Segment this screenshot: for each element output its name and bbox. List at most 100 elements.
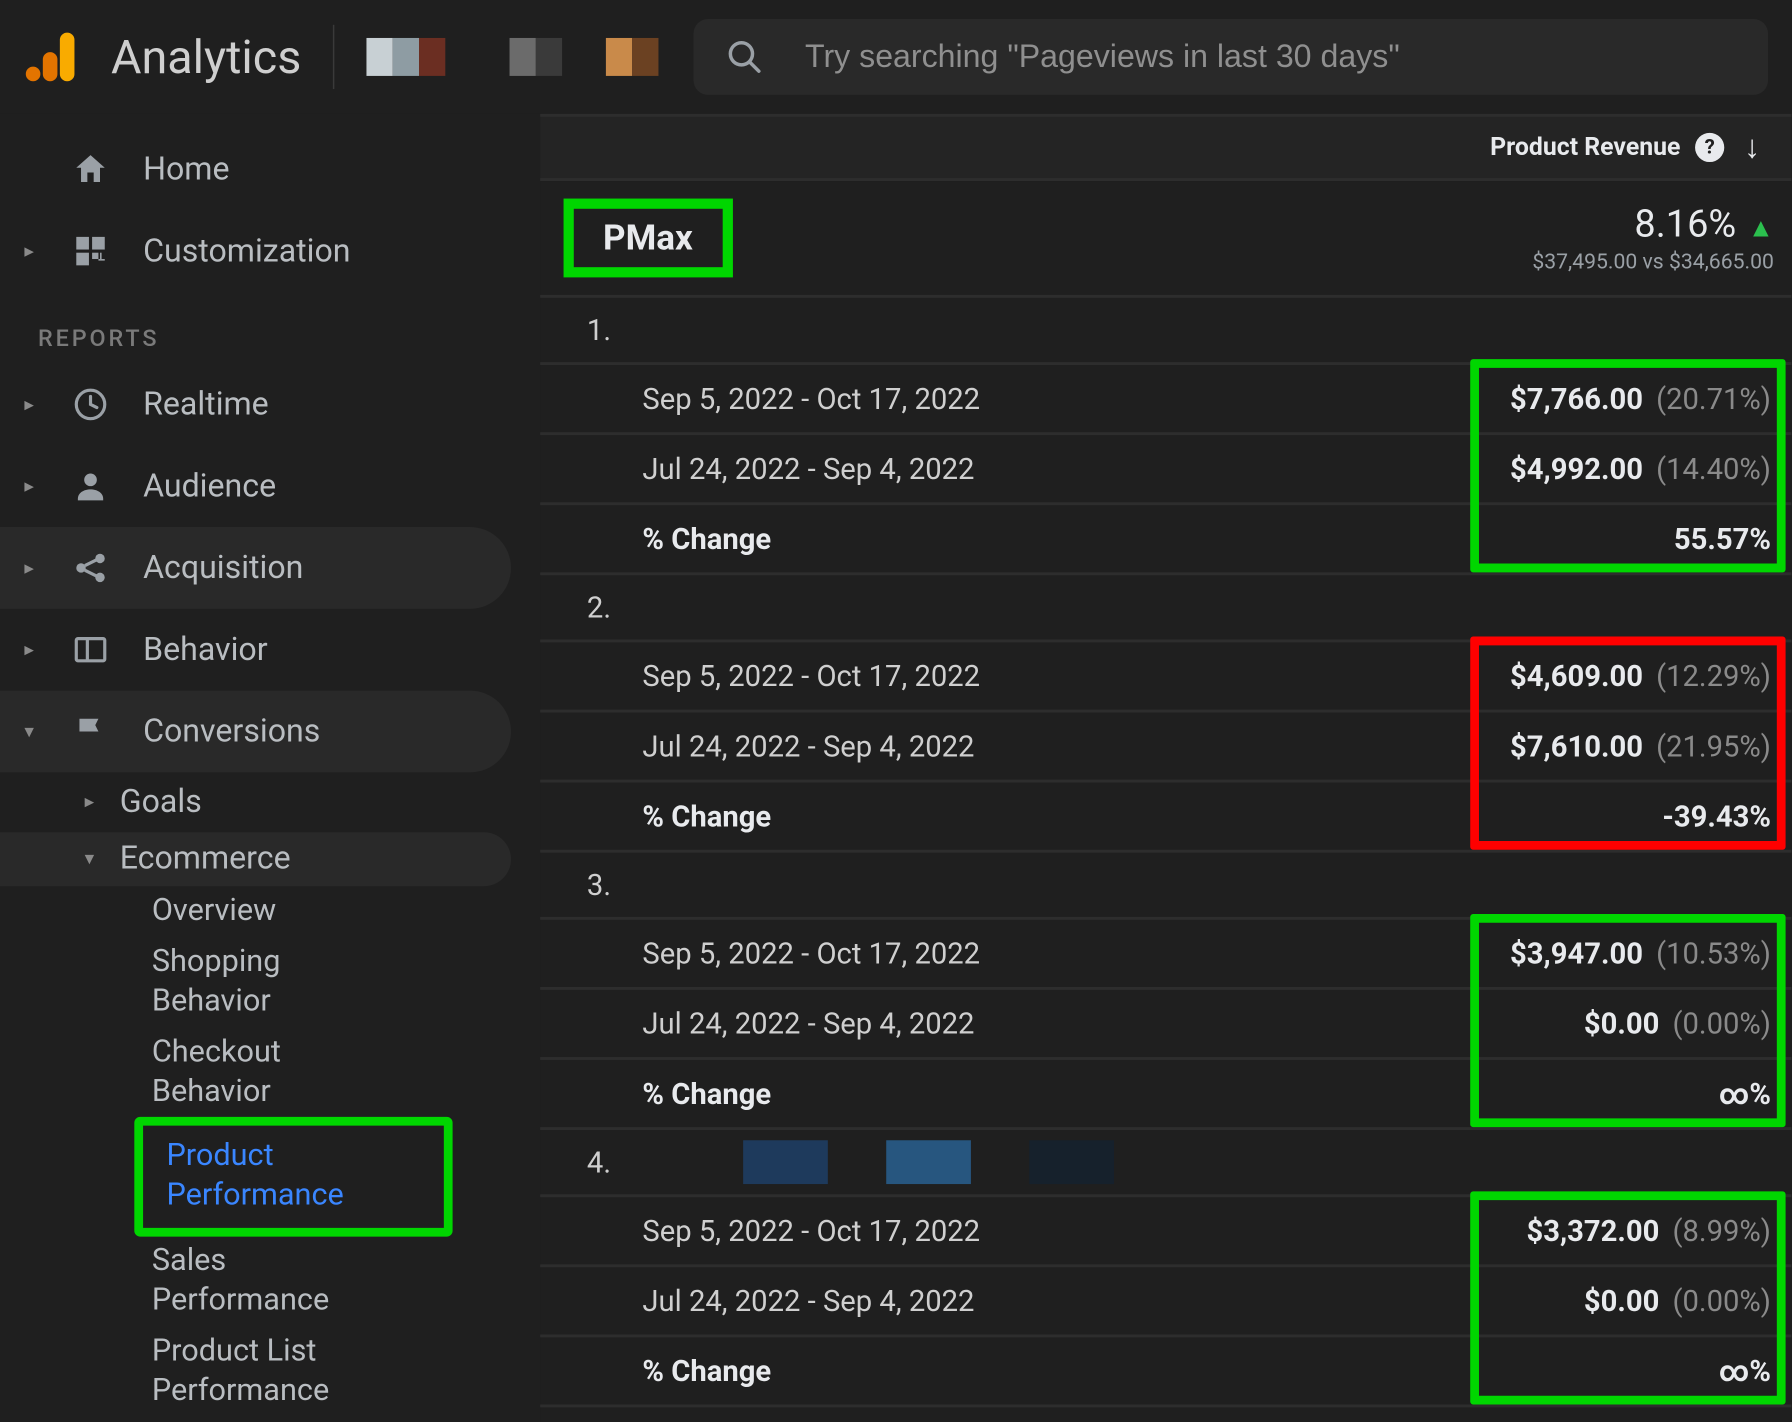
divider [333, 25, 334, 89]
revenue-value: $3,947.00 [1510, 936, 1643, 971]
nav-goals-label: Goals [120, 784, 202, 821]
nav-ec-checkout-behavior[interactable]: Checkout Behavior [0, 1027, 540, 1117]
date-range-b: Jul 24, 2022 - Sep 4, 2022 [540, 451, 1455, 486]
nav-ec-product-performance-highlight: Product Performance [134, 1117, 452, 1236]
date-range-row: Jul 24, 2022 - Sep 4, 2022 $0.00 (0.00%) [540, 990, 1791, 1060]
date-range-a: Sep 5, 2022 - Oct 17, 2022 [540, 1213, 1455, 1248]
nav-ec-product-performance[interactable]: Product Performance [155, 1132, 432, 1222]
flag-icon [70, 711, 111, 752]
pct-change-row: % Change 55.57% [540, 505, 1791, 575]
summary-compare: $37,495.00 vs $34,665.00 [1532, 249, 1774, 274]
revenue-value: $4,609.00 [1510, 658, 1643, 693]
date-range-row: Jul 24, 2022 - Sep 4, 2022 $0.00 (0.00%) [540, 1267, 1791, 1337]
nav-behavior-label: Behavior [143, 631, 514, 668]
sort-desc-icon[interactable]: ↓ [1739, 128, 1765, 166]
revenue-pct: (20.71%) [1650, 381, 1771, 416]
group-index: 4. [540, 1145, 611, 1180]
nav-ec-sales-performance[interactable]: Sales Performance [0, 1237, 540, 1327]
search-bar[interactable] [694, 19, 1768, 95]
date-range-row: Sep 5, 2022 - Oct 17, 2022 $4,609.00 (12… [540, 642, 1791, 712]
nav-customization[interactable]: ▸ Customization [0, 210, 540, 292]
help-icon[interactable]: ? [1695, 133, 1724, 162]
redacted-labels [742, 1140, 1113, 1184]
revenue-value: $7,766.00 [1510, 381, 1643, 416]
summary-pct: 8.16% [1634, 202, 1736, 246]
color-swatch [393, 38, 419, 76]
share-icon [70, 548, 111, 589]
report-table: Product Revenue ? ↓ PMax 8.16% ▲ $37,49 [540, 114, 1791, 1422]
nav-ecommerce[interactable]: ▾Ecommerce [0, 832, 511, 886]
date-range-row: Jul 24, 2022 - Sep 4, 2022 $4,992.00 (14… [540, 435, 1791, 505]
account-swatches[interactable] [367, 38, 659, 76]
pct-change-value: ∞% [1719, 1076, 1771, 1111]
group-index-row: 3. [540, 853, 1791, 920]
color-swatch [536, 38, 562, 76]
pct-change-label: % Change [540, 521, 1455, 556]
pct-change-value: ∞% [1719, 1353, 1771, 1388]
nav-goals[interactable]: ▸Goals [0, 772, 540, 832]
home-icon [70, 149, 111, 190]
group-index: 1. [540, 312, 611, 347]
nav-marketing[interactable]: ▸Marketing [0, 1417, 540, 1422]
date-range-b: Jul 24, 2022 - Sep 4, 2022 [540, 1006, 1455, 1041]
revenue-value: $3,372.00 [1526, 1213, 1659, 1248]
nav-home[interactable]: Home [0, 128, 540, 210]
revenue-pct: (14.40%) [1650, 451, 1771, 486]
nav-audience[interactable]: ▸ Audience [0, 445, 540, 527]
pct-change-value: 55.57% [1674, 521, 1771, 556]
redacted-box [742, 1140, 827, 1184]
color-swatch [420, 38, 446, 76]
person-icon [70, 466, 111, 507]
app-logo[interactable]: Analytics [9, 28, 302, 86]
nav-acquisition[interactable]: ▸ Acquisition [0, 527, 511, 609]
summary-row: PMax 8.16% ▲ $37,495.00 vs $34,665.00 [540, 181, 1791, 298]
dashboard-icon [70, 231, 111, 272]
search-input[interactable] [805, 38, 1736, 76]
revenue-value: $7,610.00 [1510, 729, 1643, 764]
nav-ec-shopping-behavior[interactable]: Shopping Behavior [0, 937, 540, 1027]
date-range-row: Sep 5, 2022 - Oct 17, 2022 $7,766.00 (20… [540, 365, 1791, 435]
revenue-value: $0.00 [1584, 1006, 1659, 1041]
col-product-revenue[interactable]: Product Revenue ? ↓ [1456, 128, 1792, 166]
revenue-value: $0.00 [1584, 1283, 1659, 1318]
date-range-b: Jul 24, 2022 - Sep 4, 2022 [540, 1283, 1455, 1318]
segment-label: PMax [603, 218, 693, 259]
revenue-pct: (0.00%) [1667, 1006, 1771, 1041]
redacted-box [1029, 1140, 1114, 1184]
clock-icon [70, 384, 111, 425]
pct-change-value: -39.43% [1662, 799, 1771, 834]
date-range-b: Jul 24, 2022 - Sep 4, 2022 [540, 729, 1455, 764]
sidebar: Home ▸ Customization REPORTS ▸ Realtime … [0, 114, 540, 1422]
revenue-pct: (10.53%) [1650, 936, 1771, 971]
pct-change-label: % Change [540, 799, 1455, 834]
nav-conversions[interactable]: ▾ Conversions [0, 691, 511, 773]
redacted-box [886, 1140, 971, 1184]
search-icon [726, 38, 764, 76]
top-bar: Analytics [0, 0, 1791, 114]
nav-conversions-label: Conversions [143, 713, 485, 750]
revenue-pct: (8.99%) [1667, 1213, 1771, 1248]
col-product-revenue-label: Product Revenue [1490, 133, 1680, 162]
nav-behavior[interactable]: ▸ Behavior [0, 609, 540, 691]
color-swatch [606, 38, 632, 76]
nav-ecommerce-label: Ecommerce [120, 841, 291, 878]
color-swatch [633, 38, 659, 76]
date-range-row: Sep 5, 2022 - Oct 17, 2022 $3,372.00 (8.… [540, 1197, 1791, 1267]
nav-ec-product-list-performance[interactable]: Product List Performance [0, 1327, 540, 1417]
columns-icon [70, 629, 111, 670]
revenue-value: $4,992.00 [1510, 451, 1643, 486]
group-index-row: 2. [540, 575, 1791, 642]
revenue-pct: (21.95%) [1650, 729, 1771, 764]
group-index: 2. [540, 590, 611, 625]
revenue-pct: (0.00%) [1667, 1283, 1771, 1318]
nav-realtime[interactable]: ▸ Realtime [0, 364, 540, 446]
nav-audience-label: Audience [143, 468, 514, 505]
date-range-a: Sep 5, 2022 - Oct 17, 2022 [540, 936, 1455, 971]
segment-label-highlight: PMax [564, 199, 733, 278]
trend-up-icon: ▲ [1748, 212, 1774, 243]
color-swatch [367, 38, 393, 76]
nav-ec-overview[interactable]: Overview [0, 886, 540, 937]
group-index-row: 1. [540, 298, 1791, 365]
date-range-a: Sep 5, 2022 - Oct 17, 2022 [540, 381, 1455, 416]
nav-acquisition-label: Acquisition [143, 550, 485, 587]
